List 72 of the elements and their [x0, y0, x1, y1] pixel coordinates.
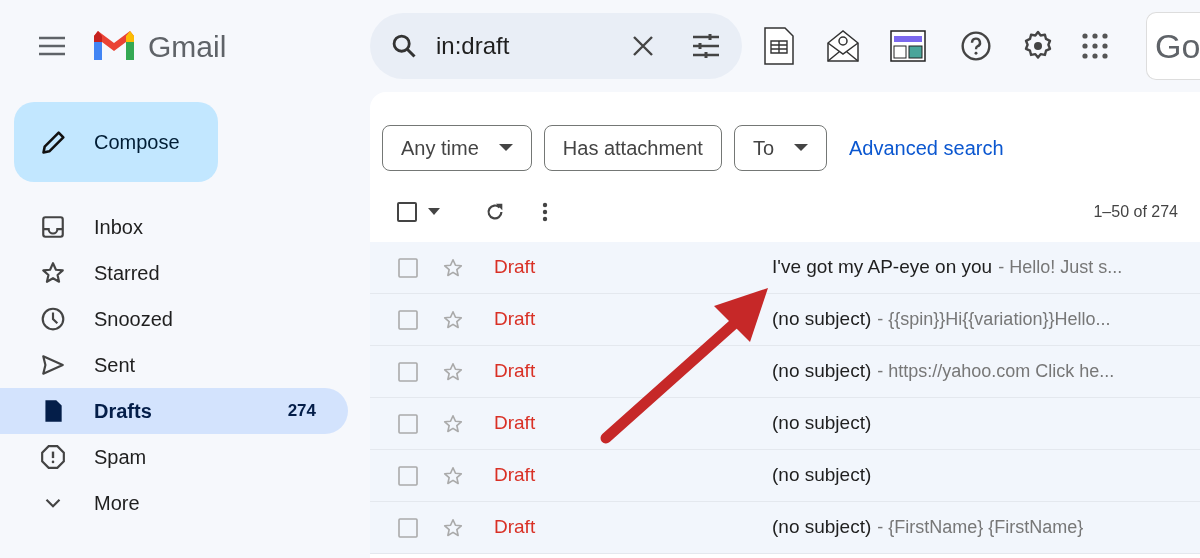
pencil-icon	[40, 128, 68, 156]
star-icon	[40, 260, 66, 286]
sidebar-item[interactable]: Drafts 274	[0, 388, 348, 434]
email-subject: (no subject)	[772, 463, 872, 488]
draft-label: Draft	[494, 411, 537, 436]
filter-chip[interactable]: Any time	[382, 125, 532, 171]
checkbox-icon[interactable]	[398, 413, 418, 434]
email-row[interactable]: Draft (no subject) - {{spin}}Hi{{variation}}Hello...	[370, 294, 1200, 346]
draft-label: Draft	[494, 307, 537, 332]
draft-label: Draft	[494, 255, 537, 280]
sidebar-item[interactable]: Snoozed	[0, 296, 348, 342]
menu-icon[interactable]	[38, 36, 66, 56]
send-icon	[40, 352, 66, 378]
email-subject: I've got my AP-eye on you	[772, 255, 993, 280]
email-snippet: - {{spin}}Hi{{variation}}Hello...	[877, 308, 1111, 331]
draft-label: Draft	[494, 359, 537, 384]
alert-octagon-icon	[40, 444, 66, 470]
email-subject: (no subject)	[772, 307, 872, 332]
email-snippet: - Hello! Just s...	[998, 256, 1123, 279]
sidebar-item[interactable]: Inbox	[0, 204, 348, 250]
sliders-icon[interactable]	[692, 34, 720, 58]
apps-grid-icon[interactable]	[1082, 33, 1108, 59]
more-options-icon[interactable]	[542, 202, 548, 222]
checkbox-icon[interactable]	[398, 465, 418, 486]
clock-icon	[40, 306, 66, 332]
caret-icon	[498, 144, 513, 152]
star-icon[interactable]	[442, 516, 464, 539]
checkbox-icon[interactable]	[398, 517, 418, 538]
filter-chip[interactable]: Has attachment	[543, 125, 722, 171]
star-icon[interactable]	[442, 412, 464, 435]
settings-icon[interactable]	[1022, 30, 1054, 62]
envelope-at-icon[interactable]	[826, 29, 860, 63]
sidebar-item[interactable]: More	[0, 480, 348, 526]
caret-icon	[794, 144, 808, 152]
envelope-logo-icon	[92, 30, 136, 62]
star-icon[interactable]	[442, 308, 464, 331]
star-icon[interactable]	[442, 360, 464, 383]
star-icon[interactable]	[442, 256, 464, 279]
help-icon[interactable]	[960, 30, 992, 62]
email-snippet: - https://yahoo.com Click he...	[877, 360, 1115, 383]
sidebar-item[interactable]: Sent	[0, 342, 348, 388]
inbox-tray-icon	[40, 214, 66, 240]
email-row[interactable]: Draft (no subject) - {FirstName} {FirstName}	[370, 502, 1200, 554]
filter-chip[interactable]: To	[733, 125, 827, 171]
compose-button[interactable]: Compose	[14, 102, 218, 182]
checkbox-icon[interactable]	[396, 201, 418, 223]
checkbox-icon[interactable]	[398, 309, 418, 330]
search-field[interactable]: in:draft	[370, 13, 742, 79]
email-row[interactable]: Draft (no subject)	[370, 450, 1200, 502]
email-row[interactable]: Draft (no subject) - https://yahoo.com Click he...	[370, 346, 1200, 398]
search-icon	[390, 32, 418, 60]
draft-label: Draft	[494, 515, 537, 540]
star-icon[interactable]	[442, 464, 464, 487]
checkbox-icon[interactable]	[398, 257, 418, 278]
app-name: Gmail	[148, 28, 227, 65]
pagination-text: 1–50 of 274	[1093, 202, 1178, 222]
email-subject: (no subject)	[772, 411, 872, 436]
email-snippet: - {FirstName} {FirstName}	[877, 516, 1084, 539]
spreadsheet-icon[interactable]	[764, 27, 794, 65]
dashboard-icon[interactable]	[890, 30, 926, 62]
email-row[interactable]: Draft (no subject)	[370, 398, 1200, 450]
sidebar-item[interactable]: Spam	[0, 434, 348, 480]
account-button[interactable]: Go	[1146, 12, 1200, 80]
sidebar-item[interactable]: Starred	[0, 250, 348, 296]
draft-label: Draft	[494, 463, 537, 488]
email-row[interactable]: Draft I've got my AP-eye on you - Hello! Just s...	[370, 242, 1200, 294]
email-subject: (no subject)	[772, 359, 872, 384]
close-icon[interactable]	[632, 35, 654, 57]
email-subject: (no subject)	[772, 515, 872, 540]
caret-icon[interactable]	[428, 208, 440, 216]
advanced-search-link[interactable]: Advanced search	[849, 133, 1004, 163]
checkbox-icon[interactable]	[398, 361, 418, 382]
